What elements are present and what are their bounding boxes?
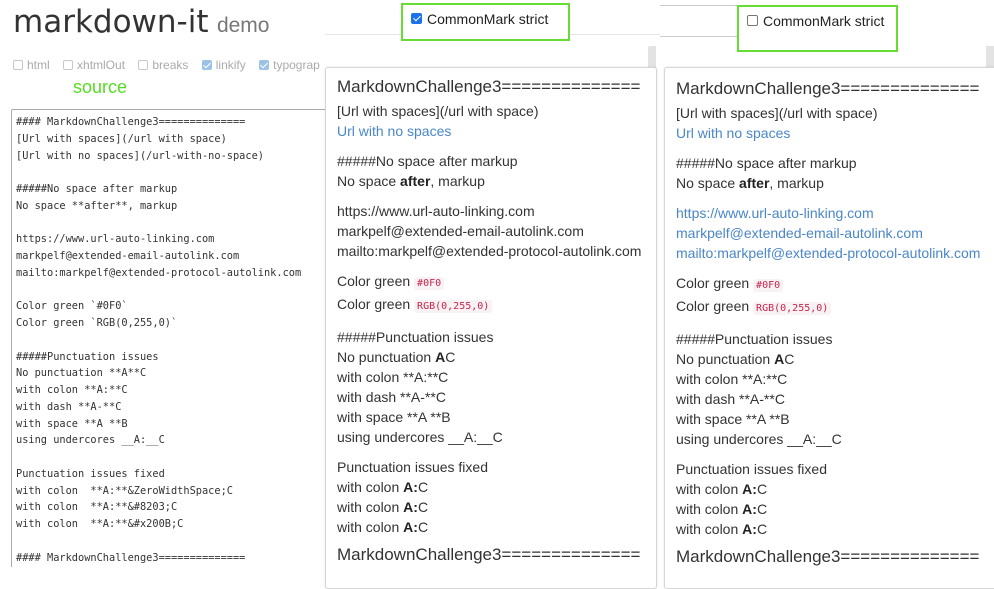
result-heading-bottom: MarkdownChallenge3==============	[337, 545, 641, 564]
source-text[interactable]: #### MarkdownChallenge3============== [U…	[12, 110, 325, 567]
tab-handle	[648, 46, 656, 68]
source-label: source	[73, 77, 128, 97]
commonmark-strict-checkbox-unchecked[interactable]	[747, 15, 758, 26]
result-heading-bottom: MarkdownChallenge3==============	[676, 547, 980, 566]
color-line-2: Color green RGB(0,255,0)	[337, 294, 656, 317]
h5-nospace-text: #####No space after markup	[337, 153, 518, 169]
nospace-line: No space after, markup	[337, 173, 485, 189]
options-bar: html xhtmlOut breaks linkify typograp	[13, 58, 325, 73]
link-url-no-spaces[interactable]: Url with no spaces	[337, 123, 451, 139]
editor-panel: markdown-it demo html xhtmlOut breaks li…	[0, 0, 325, 567]
h5-punct-text: #####Punctuation issues	[676, 331, 833, 347]
source-textarea[interactable]: #### MarkdownChallenge3============== [U…	[11, 109, 325, 567]
option-html[interactable]: html	[13, 58, 50, 72]
autolink-mailto-text: mailto:markpelf@extended-protocol-autoli…	[337, 243, 642, 259]
dash-line: with dash **A-**C	[676, 391, 785, 407]
result-panel-strict: MarkdownChallenge3============== [Url wi…	[325, 67, 657, 589]
dash-line: with dash **A-**C	[337, 389, 446, 405]
result-heading: MarkdownChallenge3==============	[676, 79, 980, 98]
inline-code: RGB(0,255,0)	[753, 302, 832, 315]
result-heading: MarkdownChallenge3==============	[337, 77, 641, 96]
color-line-1: Color green #0F0	[676, 273, 994, 296]
commonmark-strict-label: CommonMark strict	[763, 13, 885, 29]
autolink-email-text: markpelf@extended-email-autolink.com	[337, 223, 584, 239]
nospace-line: No space after, markup	[676, 175, 824, 191]
nopunct-line: No punctuation AC	[676, 351, 795, 367]
checkbox-linkify[interactable]	[201, 60, 212, 70]
tab-handle	[986, 46, 994, 68]
result-panel-default: MarkdownChallenge3============== [Url wi…	[664, 67, 994, 589]
autolink-url[interactable]: https://www.url-auto-linking.com	[676, 205, 874, 221]
checkbox-breaks[interactable]	[138, 60, 149, 70]
inline-code: #0F0	[753, 279, 784, 292]
page-title: markdown-it demo	[13, 4, 269, 40]
colon-line: with colon **A:**C	[676, 371, 788, 387]
commonmark-strict-checkbox-checked[interactable]	[411, 13, 422, 24]
h5-punct-text: #####Punctuation issues	[337, 329, 494, 345]
fixed-line: with colon A:C	[337, 519, 429, 535]
fixed-title: Punctuation issues fixed	[676, 461, 827, 477]
commonmark-strict-label: CommonMark strict	[427, 11, 549, 27]
link-url-no-spaces[interactable]: Url with no spaces	[676, 125, 790, 141]
nopunct-line: No punctuation AC	[337, 349, 456, 365]
fixed-title: Punctuation issues fixed	[337, 459, 488, 475]
app-subtitle: demo	[216, 14, 270, 37]
inline-code: #0F0	[414, 277, 445, 290]
h5-nospace-text: #####No space after markup	[676, 155, 857, 171]
option-xhtmlout[interactable]: xhtmlOut	[63, 58, 125, 72]
fixed-line: with colon A:C	[676, 501, 768, 517]
checkbox-xhtmlout[interactable]	[63, 60, 74, 70]
color-line-2: Color green RGB(0,255,0)	[676, 296, 994, 319]
under-line: using undercores __A:__C	[676, 431, 842, 447]
space-line: with space **A **B	[337, 409, 451, 425]
url-spaces-text: [Url with spaces](/url with space)	[676, 105, 878, 121]
inline-code: RGB(0,255,0)	[414, 300, 493, 313]
checkbox-html[interactable]	[13, 60, 23, 70]
fixed-line: with colon A:C	[337, 479, 429, 495]
app-title: markdown-it	[13, 4, 209, 40]
checkbox-typographer[interactable]	[259, 60, 270, 70]
commonmark-strict-toggle-left[interactable]: CommonMark strict	[401, 3, 570, 41]
fixed-line: with colon A:C	[676, 481, 768, 497]
fixed-line: with colon A:C	[676, 521, 768, 537]
option-breaks[interactable]: breaks	[138, 58, 188, 72]
colon-line: with colon **A:**C	[337, 369, 449, 385]
url-spaces-text: [Url with spaces](/url with space)	[337, 103, 539, 119]
option-linkify[interactable]: linkify	[201, 58, 246, 72]
under-line: using undercores __A:__C	[337, 429, 503, 445]
option-typographer[interactable]: typograp	[259, 58, 320, 72]
color-line-1: Color green #0F0	[337, 271, 656, 294]
space-line: with space **A **B	[676, 411, 790, 427]
autolink-url-text: https://www.url-auto-linking.com	[337, 203, 535, 219]
fixed-line: with colon A:C	[337, 499, 429, 515]
autolink-email[interactable]: markpelf@extended-email-autolink.com	[676, 225, 923, 241]
commonmark-strict-toggle-right[interactable]: CommonMark strict	[737, 5, 898, 52]
autolink-mailto[interactable]: mailto:markpelf@extended-protocol-autoli…	[676, 245, 980, 261]
result-toolbar-right	[660, 5, 745, 37]
